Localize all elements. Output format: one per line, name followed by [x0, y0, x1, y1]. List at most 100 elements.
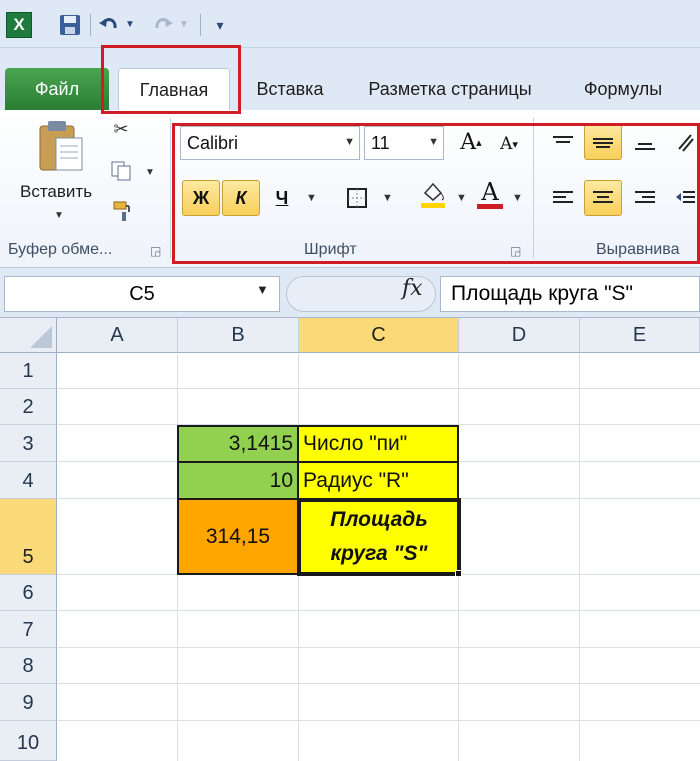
- fill-color-button[interactable]: [414, 176, 452, 212]
- clipboard-launcher-icon[interactable]: ◲: [150, 244, 161, 258]
- indent-icon: [676, 191, 695, 203]
- row-header-2[interactable]: 2: [0, 389, 57, 425]
- name-box-dropdown-icon[interactable]: ▼: [256, 282, 269, 297]
- font-size-select[interactable]: 11 ▼: [364, 126, 444, 160]
- cell-c5-line1: Площадь: [330, 508, 428, 531]
- spreadsheet-grid[interactable]: A B C D E 1 2 3 4 5 6 7 8 9 10 3,1415 Чи…: [0, 318, 700, 761]
- cell-b5[interactable]: 314,15: [177, 498, 299, 575]
- cell-c4[interactable]: Радиус "R": [297, 461, 459, 500]
- column-header-c[interactable]: C: [299, 318, 459, 353]
- tab-page-layout[interactable]: Разметка страницы: [352, 68, 548, 110]
- font-color-bar: [477, 203, 503, 209]
- tab-file[interactable]: Файл: [5, 68, 109, 110]
- orientation-button[interactable]: [668, 124, 700, 160]
- align-left-icon: [553, 191, 573, 203]
- fill-bucket-icon: [421, 182, 445, 208]
- align-center-button[interactable]: [584, 180, 622, 216]
- name-box[interactable]: C5: [4, 276, 280, 312]
- font-name-value: Calibri: [187, 132, 239, 153]
- row-header-1[interactable]: 1: [0, 353, 57, 389]
- formula-input[interactable]: Площадь круга "S": [440, 276, 700, 312]
- align-middle-button[interactable]: [584, 124, 622, 160]
- gridline: [57, 683, 700, 684]
- font-group-label: Шрифт: [304, 241, 357, 258]
- borders-button[interactable]: [340, 180, 374, 216]
- bold-button[interactable]: Ж: [182, 180, 220, 216]
- align-top-button[interactable]: [544, 126, 582, 162]
- group-separator: [170, 118, 171, 258]
- font-color-button[interactable]: A: [472, 176, 508, 212]
- paste-dropdown-icon[interactable]: ▼: [52, 208, 66, 222]
- column-header-b[interactable]: B: [178, 318, 299, 353]
- orientation-icon: [678, 134, 694, 152]
- redo-dropdown-icon: ▼: [179, 18, 189, 30]
- cell-b4[interactable]: 10: [177, 461, 299, 500]
- row-header-8[interactable]: 8: [0, 648, 57, 684]
- borders-dropdown-icon[interactable]: ▼: [382, 192, 393, 204]
- row-header-7[interactable]: 7: [0, 611, 57, 648]
- tab-insert[interactable]: Вставка: [240, 68, 340, 110]
- align-right-button[interactable]: [626, 180, 664, 216]
- align-left-button[interactable]: [544, 180, 582, 216]
- row-header-5[interactable]: 5: [0, 499, 57, 575]
- italic-button[interactable]: К: [222, 180, 260, 216]
- cell-b3[interactable]: 3,1415: [177, 425, 299, 463]
- chevron-down-icon: ▼: [344, 136, 355, 148]
- gridline: [57, 388, 700, 389]
- align-middle-icon: [593, 138, 613, 148]
- font-color-dropdown-icon[interactable]: ▼: [512, 192, 523, 204]
- font-name-select[interactable]: Calibri ▼: [180, 126, 360, 160]
- fill-color-dropdown-icon[interactable]: ▼: [456, 192, 467, 204]
- row-header-3[interactable]: 3: [0, 425, 57, 462]
- shrink-font-button[interactable]: A ▾: [490, 126, 528, 162]
- clipboard-group-label: Буфер обме...: [8, 241, 113, 258]
- customize-qat-icon[interactable]: ▾: [210, 16, 230, 34]
- ribbon-tabs: Файл Главная Вставка Разметка страницы Ф…: [0, 48, 700, 112]
- tab-formulas[interactable]: Формулы: [568, 68, 678, 110]
- save-icon[interactable]: [58, 13, 82, 37]
- undo-dropdown-icon[interactable]: ▼: [124, 16, 136, 32]
- column-header-d[interactable]: D: [459, 318, 580, 353]
- row-header-6[interactable]: 6: [0, 575, 57, 611]
- cut-icon[interactable]: ✂: [108, 116, 134, 142]
- paste-button-label[interactable]: Вставить: [20, 182, 92, 202]
- copy-icon[interactable]: [108, 158, 134, 184]
- chevron-down-icon: ▼: [428, 136, 439, 148]
- gridline: [57, 574, 700, 575]
- row-header-4[interactable]: 4: [0, 462, 57, 499]
- column-header-e[interactable]: E: [580, 318, 700, 353]
- cell-c5-selected[interactable]: Площадь круга "S": [297, 498, 461, 576]
- decrease-indent-button[interactable]: [670, 180, 700, 216]
- format-painter-icon[interactable]: [110, 198, 136, 224]
- align-top-icon: [553, 136, 573, 143]
- grow-font-button[interactable]: A ▴: [452, 124, 490, 160]
- align-center-icon: [593, 191, 613, 203]
- fill-handle[interactable]: [455, 570, 462, 577]
- row-header-10[interactable]: 10: [0, 721, 57, 761]
- align-bottom-button[interactable]: [626, 126, 664, 162]
- column-header-a[interactable]: A: [57, 318, 178, 353]
- gridline: [579, 353, 580, 761]
- gridline: [57, 720, 700, 721]
- cell-c3[interactable]: Число "пи": [297, 425, 459, 463]
- font-color-icon: A: [481, 177, 499, 206]
- undo-icon[interactable]: [96, 12, 122, 38]
- font-launcher-icon[interactable]: ◲: [510, 244, 521, 258]
- excel-logo-icon[interactable]: X: [6, 12, 32, 38]
- underline-dropdown-icon[interactable]: ▼: [306, 192, 317, 204]
- redo-icon: [150, 12, 176, 38]
- shrink-font-icon: A: [500, 134, 513, 154]
- copy-dropdown-icon[interactable]: ▼: [144, 166, 156, 178]
- row-header-9[interactable]: 9: [0, 684, 57, 721]
- qat-separator: [90, 14, 91, 36]
- tab-home[interactable]: Главная: [118, 68, 230, 112]
- ribbon-home: Вставить ▼ ✂ ▼ Буфер обме... ◲ Шрифт ◲ В…: [0, 110, 700, 268]
- quick-access-toolbar: X ▼ ▼ ▾: [0, 0, 700, 48]
- underline-button[interactable]: Ч: [266, 180, 298, 216]
- font-size-value: 11: [371, 132, 390, 153]
- gridline: [57, 647, 700, 648]
- insert-function-icon[interactable]: fx: [402, 276, 423, 301]
- paste-icon[interactable]: [36, 118, 86, 174]
- select-all-corner[interactable]: [0, 318, 57, 353]
- group-separator: [533, 118, 534, 258]
